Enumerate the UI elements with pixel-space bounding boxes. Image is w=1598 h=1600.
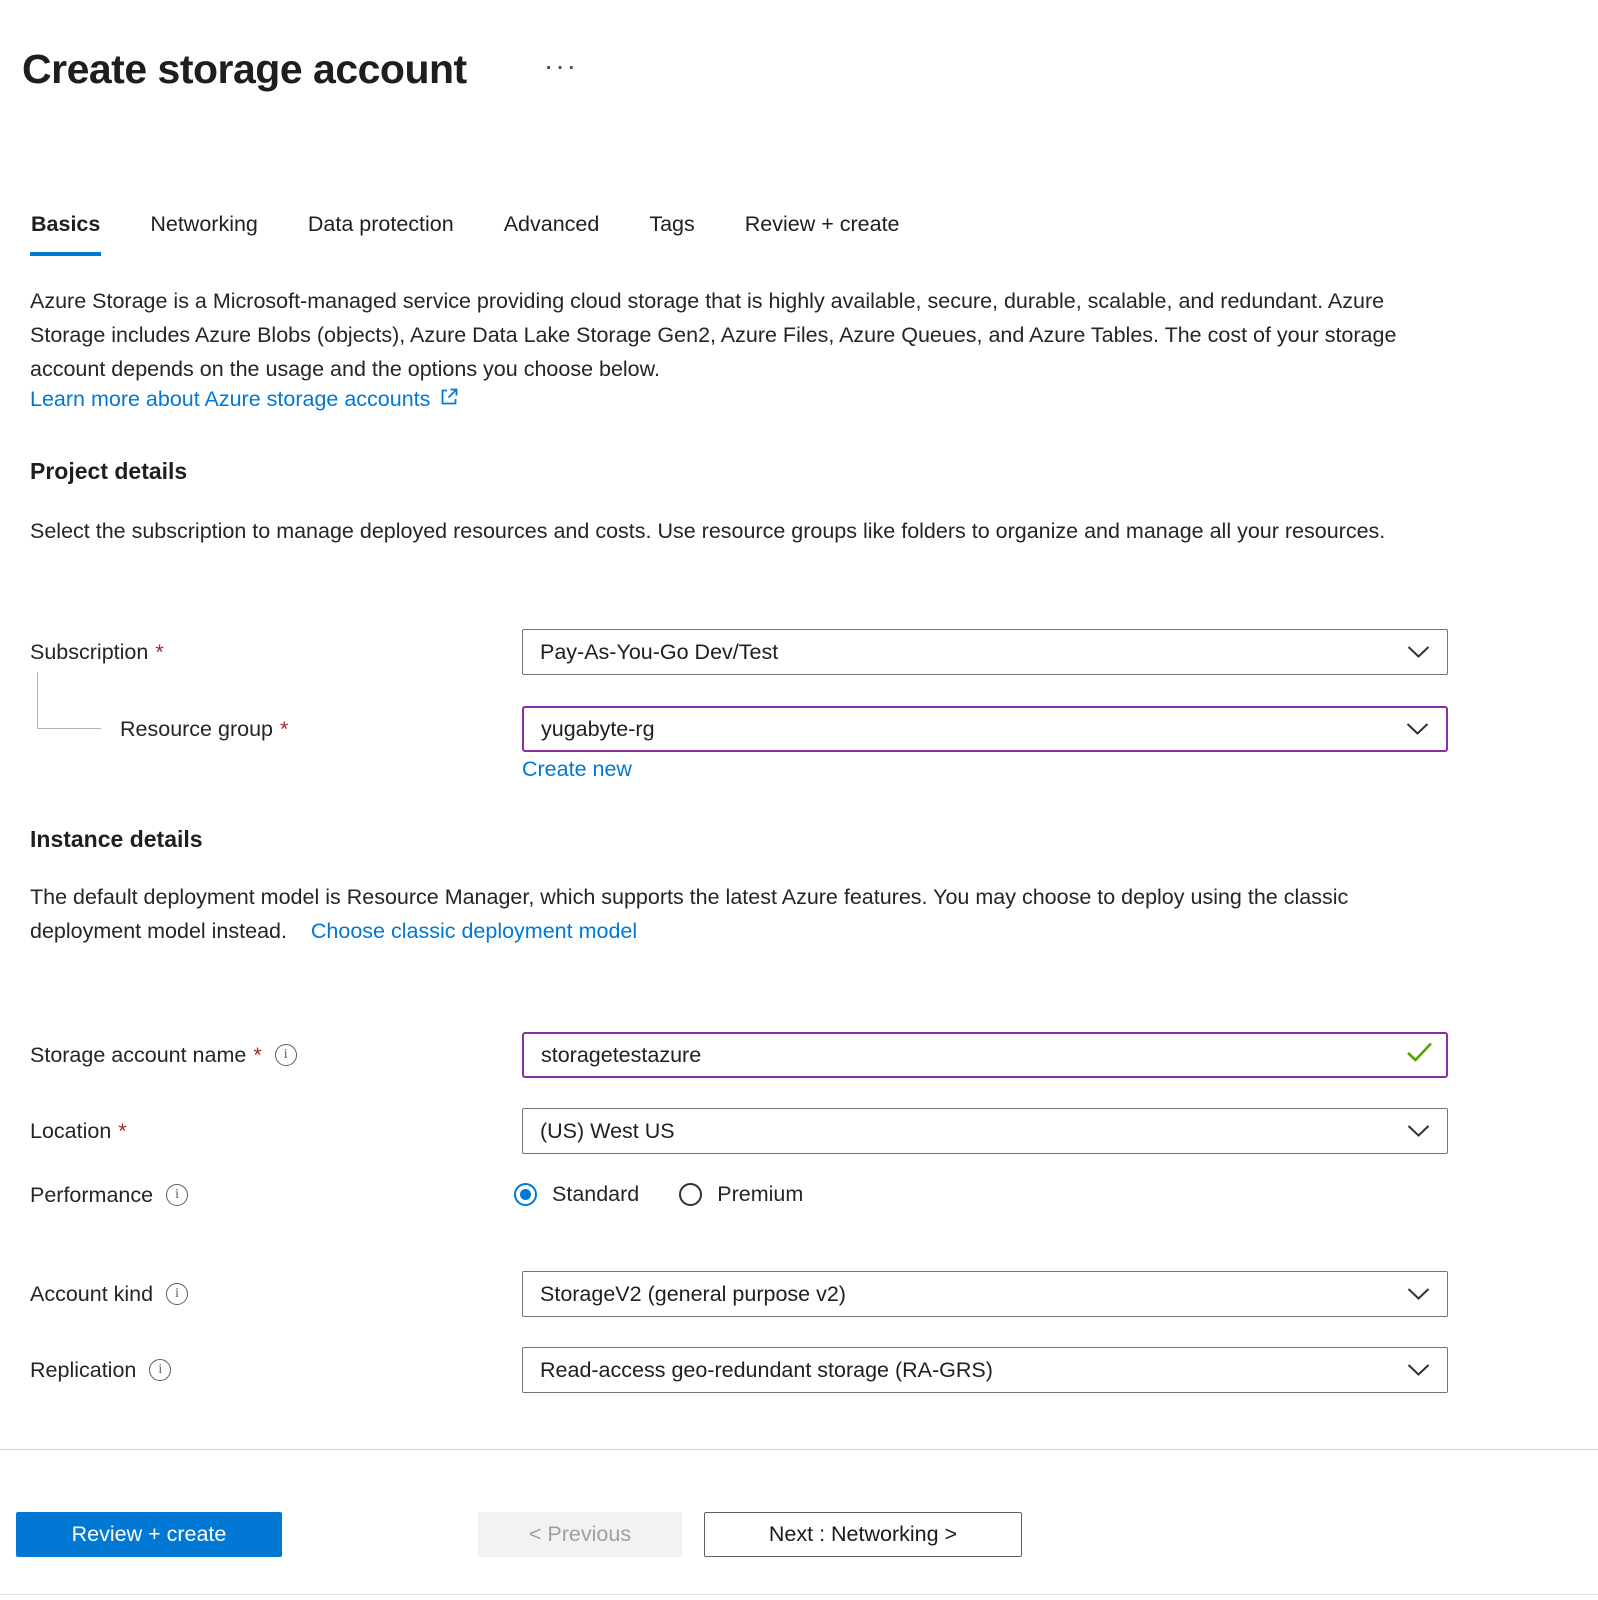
required-asterisk: * (118, 1119, 126, 1144)
replication-value: Read-access geo-redundant storage (RA-GR… (540, 1358, 993, 1383)
radio-label: Premium (717, 1182, 803, 1207)
tab-basics[interactable]: Basics (30, 212, 101, 256)
account-kind-dropdown[interactable]: StorageV2 (general purpose v2) (522, 1271, 1448, 1317)
valid-check-icon (1406, 1042, 1433, 1069)
resource-group-label: Resource group * (120, 706, 288, 752)
chevron-down-icon (1407, 640, 1430, 665)
page-title: Create storage account (22, 46, 467, 93)
performance-radio-group: Standard Premium (514, 1182, 803, 1207)
chevron-down-icon (1406, 717, 1429, 742)
storage-account-name-label-text: Storage account name (30, 1043, 246, 1068)
learn-more-link-label: Learn more about Azure storage accounts (30, 387, 430, 412)
footer-divider (0, 1449, 1598, 1450)
info-icon[interactable]: i (166, 1184, 188, 1206)
tab-advanced[interactable]: Advanced (503, 212, 601, 256)
required-asterisk: * (253, 1043, 261, 1068)
create-new-link[interactable]: Create new (522, 757, 632, 782)
replication-label-text: Replication (30, 1358, 136, 1383)
chevron-down-icon (1407, 1119, 1430, 1144)
location-dropdown[interactable]: (US) West US (522, 1108, 1448, 1154)
required-asterisk: * (280, 717, 288, 742)
previous-button[interactable]: < Previous (478, 1512, 682, 1557)
intro-text: Azure Storage is a Microsoft-managed ser… (30, 284, 1432, 386)
resource-group-dropdown[interactable]: yugabyte-rg (522, 706, 1448, 752)
create-storage-account-page: Create storage account ··· Basics Networ… (0, 0, 1598, 1600)
account-kind-value: StorageV2 (general purpose v2) (540, 1282, 846, 1307)
learn-more-link[interactable]: Learn more about Azure storage accounts (30, 386, 460, 413)
subscription-value: Pay-As-You-Go Dev/Test (540, 640, 778, 665)
replication-dropdown[interactable]: Read-access geo-redundant storage (RA-GR… (522, 1347, 1448, 1393)
choose-classic-deployment-link[interactable]: Choose classic deployment model (311, 919, 637, 943)
info-icon[interactable]: i (149, 1359, 171, 1381)
tree-connector-line (37, 672, 101, 729)
resource-group-value: yugabyte-rg (541, 717, 655, 742)
subscription-dropdown[interactable]: Pay-As-You-Go Dev/Test (522, 629, 1448, 675)
radio-label: Standard (552, 1182, 639, 1207)
required-asterisk: * (155, 640, 163, 665)
chevron-down-icon (1407, 1282, 1430, 1307)
location-label-text: Location (30, 1119, 111, 1144)
wizard-tabs: Basics Networking Data protection Advanc… (30, 212, 901, 256)
storage-account-name-value: storagetestazure (541, 1043, 701, 1068)
radio-selected-icon (514, 1183, 537, 1206)
performance-label-text: Performance (30, 1183, 153, 1208)
next-networking-button[interactable]: Next : Networking > (704, 1512, 1022, 1557)
tab-networking[interactable]: Networking (149, 212, 259, 256)
performance-premium-radio[interactable]: Premium (679, 1182, 803, 1207)
instance-details-description-text: The default deployment model is Resource… (30, 885, 1348, 943)
tab-data-protection[interactable]: Data protection (307, 212, 455, 256)
instance-details-description: The default deployment model is Resource… (30, 880, 1432, 948)
location-value: (US) West US (540, 1119, 675, 1144)
account-kind-label-text: Account kind (30, 1282, 153, 1307)
review-create-button[interactable]: Review + create (16, 1512, 282, 1557)
info-icon[interactable]: i (275, 1044, 297, 1066)
tab-review-create[interactable]: Review + create (744, 212, 901, 256)
location-label: Location * (30, 1108, 127, 1154)
external-link-icon (439, 386, 460, 413)
storage-account-name-label: Storage account name * i (30, 1032, 297, 1078)
project-details-description: Select the subscription to manage deploy… (30, 514, 1432, 548)
more-options-button[interactable]: ··· (544, 50, 578, 82)
resource-group-label-text: Resource group (120, 717, 273, 742)
storage-account-name-input[interactable]: storagetestazure (522, 1032, 1448, 1078)
project-details-heading: Project details (30, 458, 187, 485)
radio-unselected-icon (679, 1183, 702, 1206)
subscription-label: Subscription * (30, 629, 164, 675)
bottom-divider (0, 1594, 1598, 1595)
instance-details-heading: Instance details (30, 826, 203, 853)
account-kind-label: Account kind i (30, 1271, 188, 1317)
chevron-down-icon (1407, 1358, 1430, 1383)
subscription-label-text: Subscription (30, 640, 148, 665)
performance-standard-radio[interactable]: Standard (514, 1182, 639, 1207)
performance-label: Performance i (30, 1172, 188, 1218)
replication-label: Replication i (30, 1347, 171, 1393)
tab-tags[interactable]: Tags (648, 212, 695, 256)
info-icon[interactable]: i (166, 1283, 188, 1305)
